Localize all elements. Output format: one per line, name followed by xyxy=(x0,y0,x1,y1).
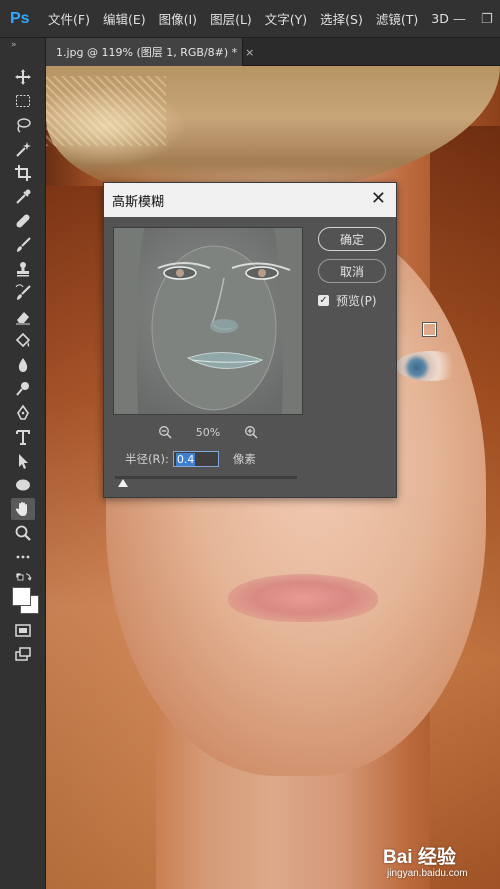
pen-tool-icon[interactable] xyxy=(11,402,35,424)
baidu-jingyan-watermark: Bai 经验 jingyan.baidu.com xyxy=(383,836,495,886)
radius-input[interactable]: 0.4 xyxy=(172,451,219,467)
canvas-eye xyxy=(396,351,466,381)
menu-file[interactable]: 文件(F) xyxy=(48,9,90,28)
menu-filter[interactable]: 滤镜(T) xyxy=(376,9,418,28)
menu-layer[interactable]: 图层(L) xyxy=(210,9,252,28)
close-icon[interactable]: ✕ xyxy=(371,189,386,209)
dialog-title-bar[interactable]: 高斯模糊 ✕ xyxy=(104,183,396,217)
clone-stamp-tool-icon[interactable] xyxy=(11,258,35,280)
close-tab-icon[interactable]: × xyxy=(245,46,254,59)
radius-value: 0.4 xyxy=(175,452,196,466)
crop-tool-icon[interactable] xyxy=(11,162,35,184)
menu-image[interactable]: 图像(I) xyxy=(159,9,197,28)
zoom-tool-icon[interactable] xyxy=(11,522,35,544)
transform-handle[interactable] xyxy=(423,323,436,336)
radius-row: 半径(R): 0.4 像素 xyxy=(125,451,256,467)
watermark-url: jingyan.baidu.com xyxy=(387,868,468,879)
more-tools-icon[interactable] xyxy=(11,546,35,568)
tools-panel: » xyxy=(0,38,46,889)
filter-preview[interactable] xyxy=(113,227,303,415)
hat-band xyxy=(46,76,166,146)
healing-brush-tool-icon[interactable] xyxy=(11,210,35,232)
restore-button[interactable]: ❐ xyxy=(481,0,493,38)
dialog-title: 高斯模糊 xyxy=(112,194,165,210)
watermark-brand: Bai 经验 xyxy=(383,847,456,868)
foreground-color-swatch[interactable] xyxy=(12,587,31,606)
blur-tool-icon[interactable] xyxy=(11,354,35,376)
move-tool-icon[interactable] xyxy=(11,66,35,88)
menu-bar: Ps 文件(F) 编辑(E) 图像(I) 图层(L) 文字(Y) 选择(S) 滤… xyxy=(0,0,500,38)
cancel-button[interactable]: 取消 xyxy=(318,259,386,283)
radius-slider-thumb[interactable] xyxy=(118,479,128,487)
preview-checkbox-label: 预览(P) xyxy=(336,294,377,308)
menu-select[interactable]: 选择(S) xyxy=(320,9,363,28)
lasso-tool-icon[interactable] xyxy=(11,114,35,136)
magic-wand-tool-icon[interactable] xyxy=(11,138,35,160)
ok-button[interactable]: 确定 xyxy=(318,227,386,251)
history-brush-tool-icon[interactable] xyxy=(11,282,35,304)
paint-bucket-tool-icon[interactable] xyxy=(11,330,35,352)
zoom-in-icon[interactable] xyxy=(244,425,258,439)
document-tab-bar: 1.jpg @ 119% (图层 1, RGB/8#) * × xyxy=(46,38,500,66)
eyedropper-tool-icon[interactable] xyxy=(11,186,35,208)
radius-label: 半径(R): xyxy=(125,452,169,466)
restore-icon: ❐ xyxy=(481,11,493,27)
type-tool-icon[interactable] xyxy=(11,426,35,448)
photoshop-logo: Ps xyxy=(10,9,30,27)
menu-edit[interactable]: 编辑(E) xyxy=(103,9,146,28)
dodge-tool-icon[interactable] xyxy=(11,378,35,400)
minimize-icon: — xyxy=(453,11,466,27)
menu-type[interactable]: 文字(Y) xyxy=(265,9,307,28)
quick-mask-icon[interactable] xyxy=(11,619,35,641)
canvas-lips xyxy=(228,574,378,622)
marquee-tool-icon[interactable] xyxy=(11,90,35,112)
zoom-controls: 50% xyxy=(113,425,303,439)
screen-mode-icon[interactable] xyxy=(11,643,35,665)
path-selection-tool-icon[interactable] xyxy=(11,450,35,472)
brush-tool-icon[interactable] xyxy=(11,234,35,256)
preview-checkbox-row[interactable]: ✓ 预览(P) xyxy=(318,292,377,309)
ellipse-tool-icon[interactable] xyxy=(11,474,35,496)
preview-checkbox[interactable]: ✓ xyxy=(318,295,329,306)
minimize-button[interactable]: — xyxy=(453,0,466,38)
gaussian-blur-dialog: 高斯模糊 ✕ 确定 取消 ✓ 预览(P) 50% 半径(R): 0.4 像素 xyxy=(103,182,397,498)
radius-unit: 像素 xyxy=(232,452,256,466)
preview-face-image xyxy=(114,228,302,414)
color-swatches[interactable] xyxy=(11,586,39,614)
zoom-level: 50% xyxy=(195,425,221,439)
radius-slider-track[interactable] xyxy=(115,476,297,479)
collapse-panel-icon[interactable]: » xyxy=(11,40,16,50)
document-tab[interactable]: 1.jpg @ 119% (图层 1, RGB/8#) * × xyxy=(46,38,254,66)
eraser-tool-icon[interactable] xyxy=(11,306,35,328)
hand-tool-icon[interactable] xyxy=(11,498,35,520)
document-tab-title: 1.jpg @ 119% (图层 1, RGB/8#) * xyxy=(56,46,238,59)
menu-3d[interactable]: 3D xyxy=(431,11,449,26)
zoom-out-icon[interactable] xyxy=(158,425,172,439)
